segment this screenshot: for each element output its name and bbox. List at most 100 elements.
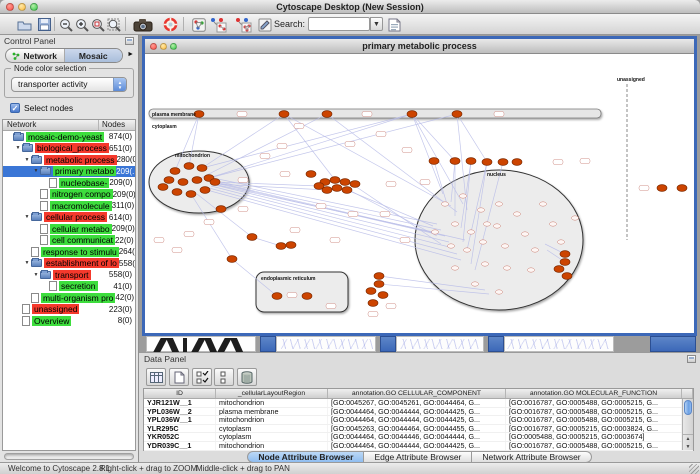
minimize-icon[interactable] (18, 3, 26, 11)
table-row[interactable]: YKR052Ccytoplasm[GO:0044464, GO:0044446,… (144, 433, 693, 442)
tab-network[interactable]: Network (6, 49, 65, 62)
graph-node[interactable] (657, 185, 667, 192)
region-plasma-membrane[interactable] (149, 109, 601, 118)
open-file-icon[interactable] (16, 16, 33, 33)
graph-node[interactable] (378, 292, 388, 299)
search-dropdown-icon[interactable]: ▼ (370, 17, 383, 31)
help-lifebuoy-icon[interactable] (162, 16, 179, 33)
zoom-in-icon[interactable] (73, 16, 90, 33)
layout-network-2-icon[interactable] (233, 16, 253, 33)
column-header[interactable]: _cellularLayoutRegion (216, 389, 328, 398)
tree-row[interactable]: ▼primary metabo209(... (3, 166, 135, 178)
graph-node[interactable] (186, 191, 196, 198)
column-header[interactable]: annotation.GO CELLULAR_COMPONENT (328, 389, 506, 398)
background-window-fragment[interactable] (504, 336, 614, 352)
tree-row[interactable]: mosaic-demo-yeast874(0) (3, 131, 135, 143)
graph-node[interactable] (512, 159, 522, 166)
tree-col-nodes[interactable]: Nodes (99, 120, 135, 130)
graph-node[interactable] (677, 185, 687, 192)
background-window-fragment[interactable] (488, 336, 504, 352)
graph-node[interactable] (314, 183, 324, 190)
float-panel-icon[interactable] (125, 37, 134, 45)
tree-row[interactable]: multi-organism pro42(0) (3, 292, 135, 304)
graph-node-small[interactable] (532, 248, 539, 252)
node-color-select[interactable]: transporter activity ▲▼ (11, 77, 127, 92)
graph-node[interactable] (286, 242, 296, 249)
column-header[interactable]: ID (144, 389, 216, 398)
zoom-fit-icon[interactable] (105, 16, 122, 33)
tree-row[interactable]: secretion41(0) (3, 281, 135, 293)
save-session-icon[interactable] (36, 16, 53, 33)
graph-node[interactable] (332, 185, 342, 192)
tree-row[interactable]: nucleobase-209(0) (3, 177, 135, 189)
graph-node-small[interactable] (494, 224, 501, 228)
graph-node[interactable] (374, 273, 384, 280)
expander-icon[interactable]: ▼ (23, 214, 31, 220)
graph-node[interactable] (368, 300, 378, 307)
graph-node-small[interactable] (484, 222, 491, 226)
graph-node[interactable] (279, 111, 289, 118)
graph-node[interactable] (322, 111, 332, 118)
column-header[interactable]: annotation.GO MOLECULAR_FUNCTION (506, 389, 682, 398)
graph-node-small[interactable] (558, 240, 565, 244)
graph-node-small[interactable] (540, 202, 547, 206)
network-view-frame[interactable]: primary metabolic process plasma membran… (142, 36, 697, 336)
graph-node[interactable] (450, 158, 460, 165)
graph-node[interactable] (178, 179, 188, 186)
graph-node-small[interactable] (496, 290, 503, 294)
background-window-fragment[interactable] (146, 336, 256, 352)
scrollbar-arrows[interactable]: ▲▼ (683, 434, 693, 450)
close-icon[interactable] (6, 3, 14, 11)
tree-row[interactable]: ▼biological_process651(0) (3, 143, 135, 155)
tree-row[interactable]: response to stimulu264(0) (3, 246, 135, 258)
graph-node[interactable] (192, 177, 202, 184)
table-row[interactable]: YPL036W__1mitochondrion[GO:0044464, GO:0… (144, 416, 693, 425)
table-row[interactable]: YDR039C__1mitochondrion[GO:0044464, GO:0… (144, 442, 693, 451)
tab-overflow-arrow-icon[interactable]: ► (127, 51, 134, 58)
graph-node-small[interactable] (448, 244, 455, 248)
expander-icon[interactable]: ▼ (23, 157, 31, 163)
layout-network-1-icon[interactable] (208, 16, 228, 33)
graph-node[interactable] (247, 234, 257, 241)
expander-icon[interactable]: ▼ (14, 145, 22, 151)
graph-node[interactable] (200, 187, 210, 194)
graph-node-small[interactable] (528, 268, 535, 272)
tree-row[interactable]: ▼establishment of lo558(0) (3, 258, 135, 270)
graph-node-small[interactable] (572, 216, 579, 220)
frame-maximize-icon[interactable] (170, 43, 177, 50)
select-nodes-checkbox[interactable]: ✓ (10, 103, 20, 113)
graph-node-small[interactable] (468, 230, 475, 234)
graph-node[interactable] (197, 165, 207, 172)
graph-node[interactable] (407, 111, 417, 118)
frame-close-icon[interactable] (150, 43, 157, 50)
graph-node-small[interactable] (496, 202, 503, 206)
expander-icon[interactable]: ▼ (32, 168, 40, 174)
table-scrollbar[interactable]: ▲▼ (682, 399, 693, 450)
tree-row[interactable]: cell communicat22(0) (3, 235, 135, 247)
graph-node[interactable] (158, 184, 168, 191)
graph-node[interactable] (210, 179, 220, 186)
search-input[interactable] (309, 23, 369, 35)
graph-node[interactable] (302, 293, 312, 300)
resize-grip[interactable] (689, 464, 699, 474)
table-row[interactable]: YLR295Ccytoplasm[GO:0045263, GO:0044464,… (144, 425, 693, 434)
graph-node[interactable] (342, 187, 352, 194)
graph-node[interactable] (366, 288, 376, 295)
graph-node-small[interactable] (464, 248, 471, 252)
graph-node[interactable] (452, 111, 462, 118)
graph-node[interactable] (184, 163, 194, 170)
annotation-tool-icon[interactable] (256, 16, 273, 33)
graph-node[interactable] (560, 259, 570, 266)
window-titlebar[interactable]: Cytoscape Desktop (New Session) (0, 0, 700, 14)
tree-row[interactable]: Overview8(0) (3, 315, 135, 327)
graph-node-small[interactable] (472, 282, 479, 286)
graph-node[interactable] (350, 181, 360, 188)
graph-node-small[interactable] (502, 244, 509, 248)
tree-col-network[interactable]: Network (3, 120, 99, 130)
graph-node-small[interactable] (504, 266, 511, 270)
graph-node[interactable] (272, 293, 282, 300)
background-window-fragment[interactable] (380, 336, 396, 352)
table-row[interactable]: YPL036W__2plasma membrane[GO:0044464, GO… (144, 408, 693, 417)
tree-row[interactable]: unassigned223(0) (3, 304, 135, 316)
background-window-fragment[interactable] (276, 336, 376, 352)
